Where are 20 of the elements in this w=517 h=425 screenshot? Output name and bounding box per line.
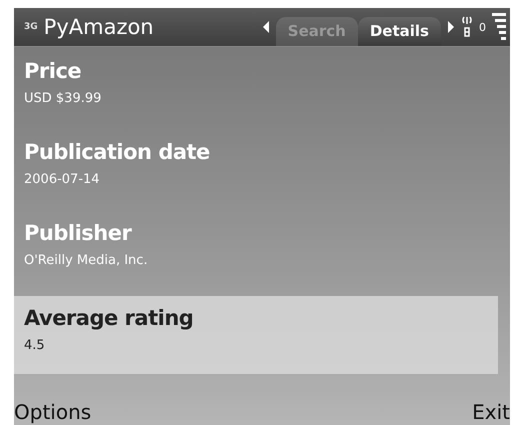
app-title: PyAmazon: [44, 15, 155, 39]
network-indicator: 3G: [24, 22, 38, 32]
item-label: Publisher: [24, 221, 132, 245]
item-value: 4.5: [24, 338, 45, 353]
list-item[interactable]: Publication date 2006-07-14: [14, 134, 498, 202]
options-softkey[interactable]: Options: [14, 399, 92, 425]
item-label: Average rating: [24, 306, 194, 330]
signal-bars-icon: [492, 12, 506, 42]
item-value: 2006-07-14: [24, 172, 100, 187]
left-arrow-icon[interactable]: [262, 20, 270, 34]
item-value: O'Reilly Media, Inc.: [24, 253, 148, 268]
exit-softkey[interactable]: Exit: [472, 399, 510, 425]
list-item[interactable]: Average rating 4.5: [14, 296, 498, 374]
list-item[interactable]: Price USD $39.99: [14, 53, 498, 121]
item-label: Publication date: [24, 140, 210, 164]
counter: 0: [479, 20, 486, 34]
item-label: Price: [24, 59, 82, 83]
right-arrow-icon[interactable]: [447, 20, 455, 34]
item-value: USD $39.99: [24, 91, 102, 106]
tab[interactable]: Details: [358, 17, 441, 46]
